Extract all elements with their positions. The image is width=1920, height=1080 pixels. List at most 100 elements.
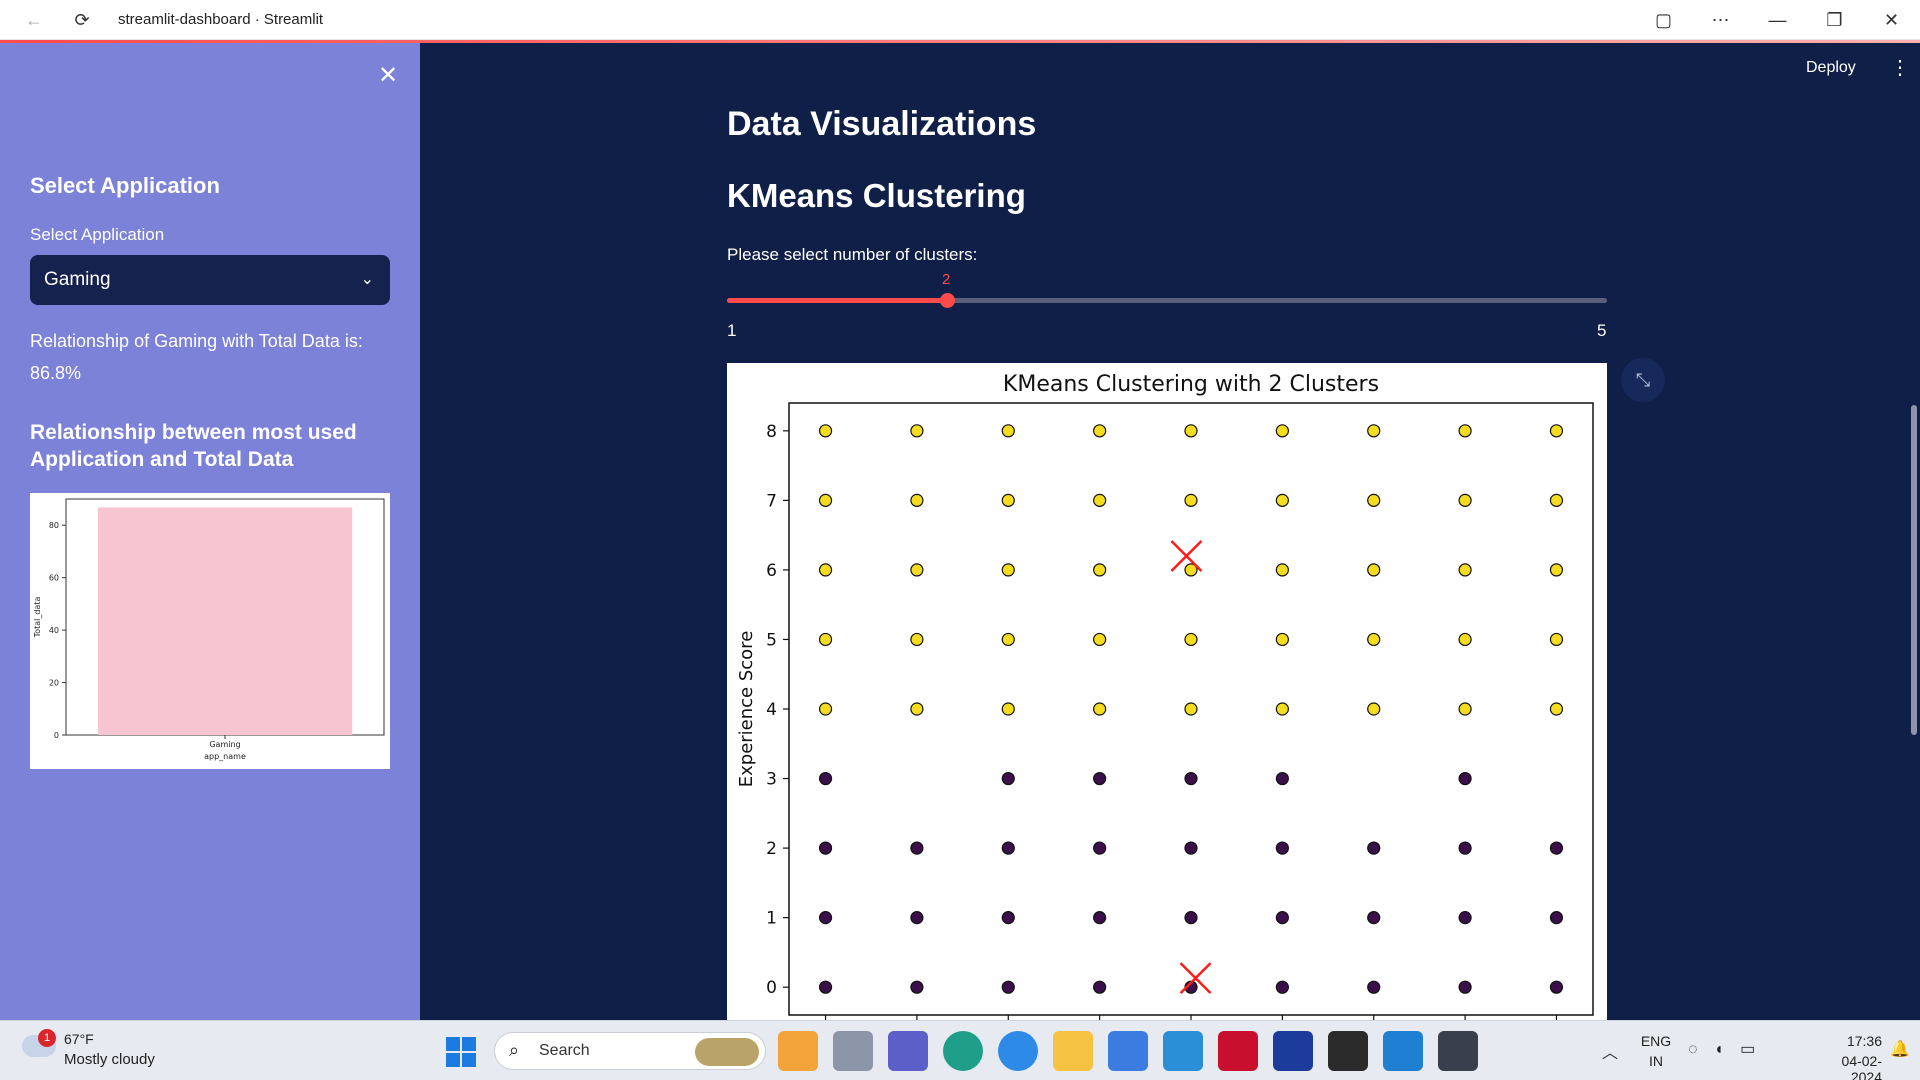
scatter-point [1549, 911, 1564, 925]
kmeans-scatter-plot: KMeans Clustering with 2 Clusters 0 1 2 3 4 5 6… [727, 363, 1607, 1020]
clock-date[interactable]: 04-02-2024 [1812, 1053, 1882, 1080]
streamlit-app-icon[interactable] [1438, 1031, 1478, 1071]
tray-status-icons[interactable]: ◌ ◖ ▭ [1688, 1039, 1761, 1059]
weather-desc[interactable]: Mostly cloudy [64, 1051, 155, 1068]
browser-titlebar: ← ⟳ streamlit-dashboard · Streamlit ▢ ⋯ … [0, 0, 1920, 40]
reload-icon[interactable]: ⟳ [62, 0, 102, 40]
mini-xlabel: app_name [204, 752, 246, 761]
scatter-point [1275, 980, 1289, 994]
minimize-button[interactable]: — [1749, 0, 1806, 40]
weather-temp[interactable]: 67°F [64, 1031, 94, 1047]
slider-fill [727, 298, 947, 303]
select-label: Select Application [30, 225, 165, 244]
scatter-point [910, 424, 924, 438]
scatter-point [1367, 493, 1381, 507]
scatter-point [1184, 702, 1198, 716]
store-icon[interactable] [1108, 1031, 1148, 1071]
scatter-point [1367, 980, 1381, 994]
scatter-point [1093, 980, 1107, 994]
scatter-point [1001, 841, 1015, 855]
terminal-icon[interactable] [1328, 1031, 1368, 1071]
scatter-point [1367, 702, 1381, 716]
scatter-point [1549, 632, 1564, 647]
window-title: streamlit-dashboard · Streamlit [118, 11, 324, 28]
file-explorer-icon[interactable] [1053, 1031, 1093, 1071]
scatter-point [1093, 841, 1107, 855]
scatter-point [910, 980, 924, 994]
scatter-point [818, 771, 833, 786]
close-sidebar-icon[interactable]: ✕ [378, 61, 398, 90]
slider-label: Please select number of clusters: [727, 245, 978, 264]
scatter-point [1275, 841, 1289, 855]
fullscreen-icon[interactable]: ⤡ [1621, 358, 1665, 402]
widgets-app-icon[interactable] [778, 1031, 818, 1071]
scatter-point [1275, 771, 1289, 786]
scatter-point [1458, 632, 1472, 647]
search-placeholder: Search [539, 1042, 590, 1059]
scatter-point [818, 980, 833, 994]
scatter-point [1549, 493, 1564, 507]
scatter-point [910, 702, 924, 716]
scrollbar[interactable] [1911, 405, 1917, 735]
webex-icon[interactable] [1273, 1031, 1313, 1071]
scatter-ytick-label: 0 [766, 978, 777, 998]
taskbar-search[interactable]: ⌕ Search [494, 1032, 766, 1070]
deploy-button[interactable]: Deploy [1806, 59, 1856, 77]
scatter-ylabel: Experience Score [736, 631, 757, 788]
scatter-point [818, 493, 833, 507]
taskbar: 1 67°F Mostly cloudy ⌕ Search ︿ ENG IN ◌… [0, 1020, 1920, 1080]
back-arrow-icon[interactable]: ← [14, 0, 54, 40]
edge-icon[interactable] [943, 1031, 983, 1071]
scatter-point [910, 911, 924, 925]
lang-top[interactable]: ENG [1636, 1033, 1676, 1049]
main-menu-icon[interactable]: ⋮ [1890, 55, 1910, 80]
mini-ytick-label: 40 [49, 626, 59, 635]
scatter-point [1275, 702, 1289, 716]
chevron-down-icon: ⌄ [360, 271, 374, 288]
scatter-point [1001, 911, 1015, 925]
scatter-ytick-label: 5 [766, 630, 777, 650]
scatter-point [1184, 493, 1198, 507]
scatter-point [1275, 563, 1289, 577]
lang-bottom[interactable]: IN [1636, 1053, 1676, 1069]
scatter-point [1093, 632, 1107, 647]
select-value: Gaming [44, 269, 111, 290]
scatter-point [1184, 424, 1198, 438]
more-options-icon[interactable]: ⋯ [1692, 0, 1749, 40]
myhp-icon[interactable] [1163, 1031, 1203, 1071]
scatter-point [818, 911, 833, 925]
slider-min: 1 [727, 321, 737, 340]
scatter-point [1001, 424, 1015, 438]
scatter-point [1184, 771, 1198, 786]
search-icon: ⌕ [509, 1040, 520, 1060]
notification-bell-icon[interactable]: 🔔 [1890, 1039, 1910, 1059]
mini-bar-chart: 0 20 40 60 80 Gaming app_name Total_data [30, 493, 390, 769]
mini-ylabel: Total_data [33, 597, 42, 639]
mcafee-icon[interactable] [1218, 1031, 1258, 1071]
scatter-point [818, 563, 833, 577]
weather-badge: 1 [38, 1029, 56, 1047]
scatter-ytick-label: 2 [766, 839, 777, 859]
scatter-point [1184, 911, 1198, 925]
restore-button[interactable]: ❐ [1806, 0, 1863, 40]
scatter-point [818, 702, 833, 716]
chevron-up-icon[interactable]: ︿ [1602, 1039, 1618, 1063]
help-icon[interactable] [998, 1031, 1038, 1071]
scatter-point [1093, 911, 1107, 925]
clock-time[interactable]: 17:36 [1812, 1033, 1882, 1049]
application-select[interactable]: Gaming ⌄ [30, 255, 390, 305]
pinned-apps [778, 1031, 1478, 1071]
scatter-point [1549, 424, 1564, 438]
start-icon[interactable] [446, 1037, 476, 1067]
cast-icon[interactable]: ▢ [1635, 0, 1692, 40]
vscode-icon[interactable] [1383, 1031, 1423, 1071]
scatter-title: KMeans Clustering with 2 Clusters [1003, 372, 1379, 397]
task-view-icon[interactable] [833, 1031, 873, 1071]
kmeans-scatter-svg: KMeans Clustering with 2 Clusters 0 1 2 3 4 5 6… [736, 372, 1594, 1020]
chart-heading: Relationship between most used Applicati… [30, 421, 357, 471]
section-title: KMeans Clustering [727, 177, 1026, 214]
slider-thumb[interactable] [940, 293, 955, 308]
close-window-button[interactable]: ✕ [1863, 0, 1920, 40]
scatter-ytick-label: 1 [766, 909, 777, 929]
teams-icon[interactable] [888, 1031, 928, 1071]
